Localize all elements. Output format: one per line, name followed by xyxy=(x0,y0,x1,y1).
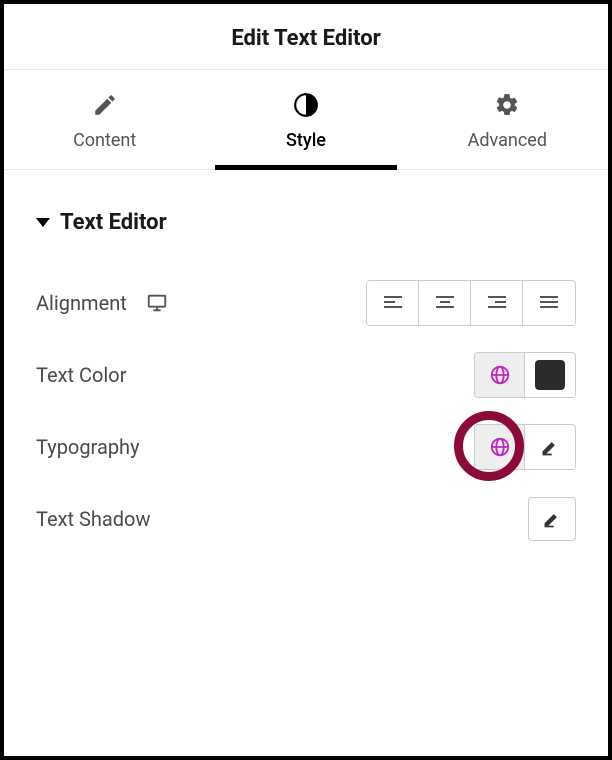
typography-global-button[interactable] xyxy=(475,425,525,469)
text-color-controls xyxy=(474,352,576,398)
align-center-icon xyxy=(435,295,455,311)
row-typography: Typography xyxy=(36,411,576,483)
panel-header: Edit Text Editor xyxy=(4,4,608,70)
text-color-global-button[interactable] xyxy=(475,353,525,397)
tab-advanced[interactable]: Advanced xyxy=(407,70,608,169)
text-shadow-edit-button[interactable] xyxy=(528,497,576,541)
section-header[interactable]: Text Editor xyxy=(36,210,576,235)
align-justify-icon xyxy=(539,295,559,311)
pencil-icon xyxy=(540,437,560,457)
text-color-swatch-button[interactable] xyxy=(525,353,575,397)
caret-down-icon xyxy=(36,218,50,227)
tab-style-label: Style xyxy=(286,130,326,151)
alignment-label-group: Alignment xyxy=(36,291,169,315)
pencil-icon xyxy=(92,92,118,130)
text-color-label: Text Color xyxy=(36,363,126,387)
color-swatch xyxy=(535,360,565,390)
tab-content[interactable]: Content xyxy=(4,70,205,169)
gear-icon xyxy=(494,92,520,130)
globe-icon xyxy=(489,436,511,458)
align-left-button[interactable] xyxy=(367,281,419,325)
half-circle-icon xyxy=(293,92,319,130)
typography-label: Typography xyxy=(36,435,140,459)
tab-content-label: Content xyxy=(73,130,136,151)
pencil-icon xyxy=(542,509,562,529)
align-center-button[interactable] xyxy=(419,281,471,325)
align-justify-button[interactable] xyxy=(523,281,575,325)
align-right-button[interactable] xyxy=(471,281,523,325)
typography-group xyxy=(474,424,576,470)
desktop-icon[interactable] xyxy=(145,292,169,314)
tab-style[interactable]: Style xyxy=(205,70,406,169)
text-color-group xyxy=(474,352,576,398)
align-right-icon xyxy=(487,295,507,311)
section-title: Text Editor xyxy=(60,210,167,235)
panel-title: Edit Text Editor xyxy=(4,26,608,51)
typography-edit-button[interactable] xyxy=(525,425,575,469)
style-panel: Text Editor Alignment xyxy=(4,170,608,555)
align-left-icon xyxy=(383,295,403,311)
row-text-color: Text Color xyxy=(36,339,576,411)
tab-advanced-label: Advanced xyxy=(468,130,547,151)
typography-controls xyxy=(474,424,576,470)
alignment-controls xyxy=(366,280,576,326)
tabs: Content Style Advanced xyxy=(4,70,608,170)
alignment-label: Alignment xyxy=(36,291,127,315)
globe-icon xyxy=(489,364,511,386)
alignment-button-group xyxy=(366,280,576,326)
text-shadow-controls xyxy=(528,497,576,541)
row-alignment: Alignment xyxy=(36,267,576,339)
text-shadow-label: Text Shadow xyxy=(36,507,150,531)
row-text-shadow: Text Shadow xyxy=(36,483,576,555)
